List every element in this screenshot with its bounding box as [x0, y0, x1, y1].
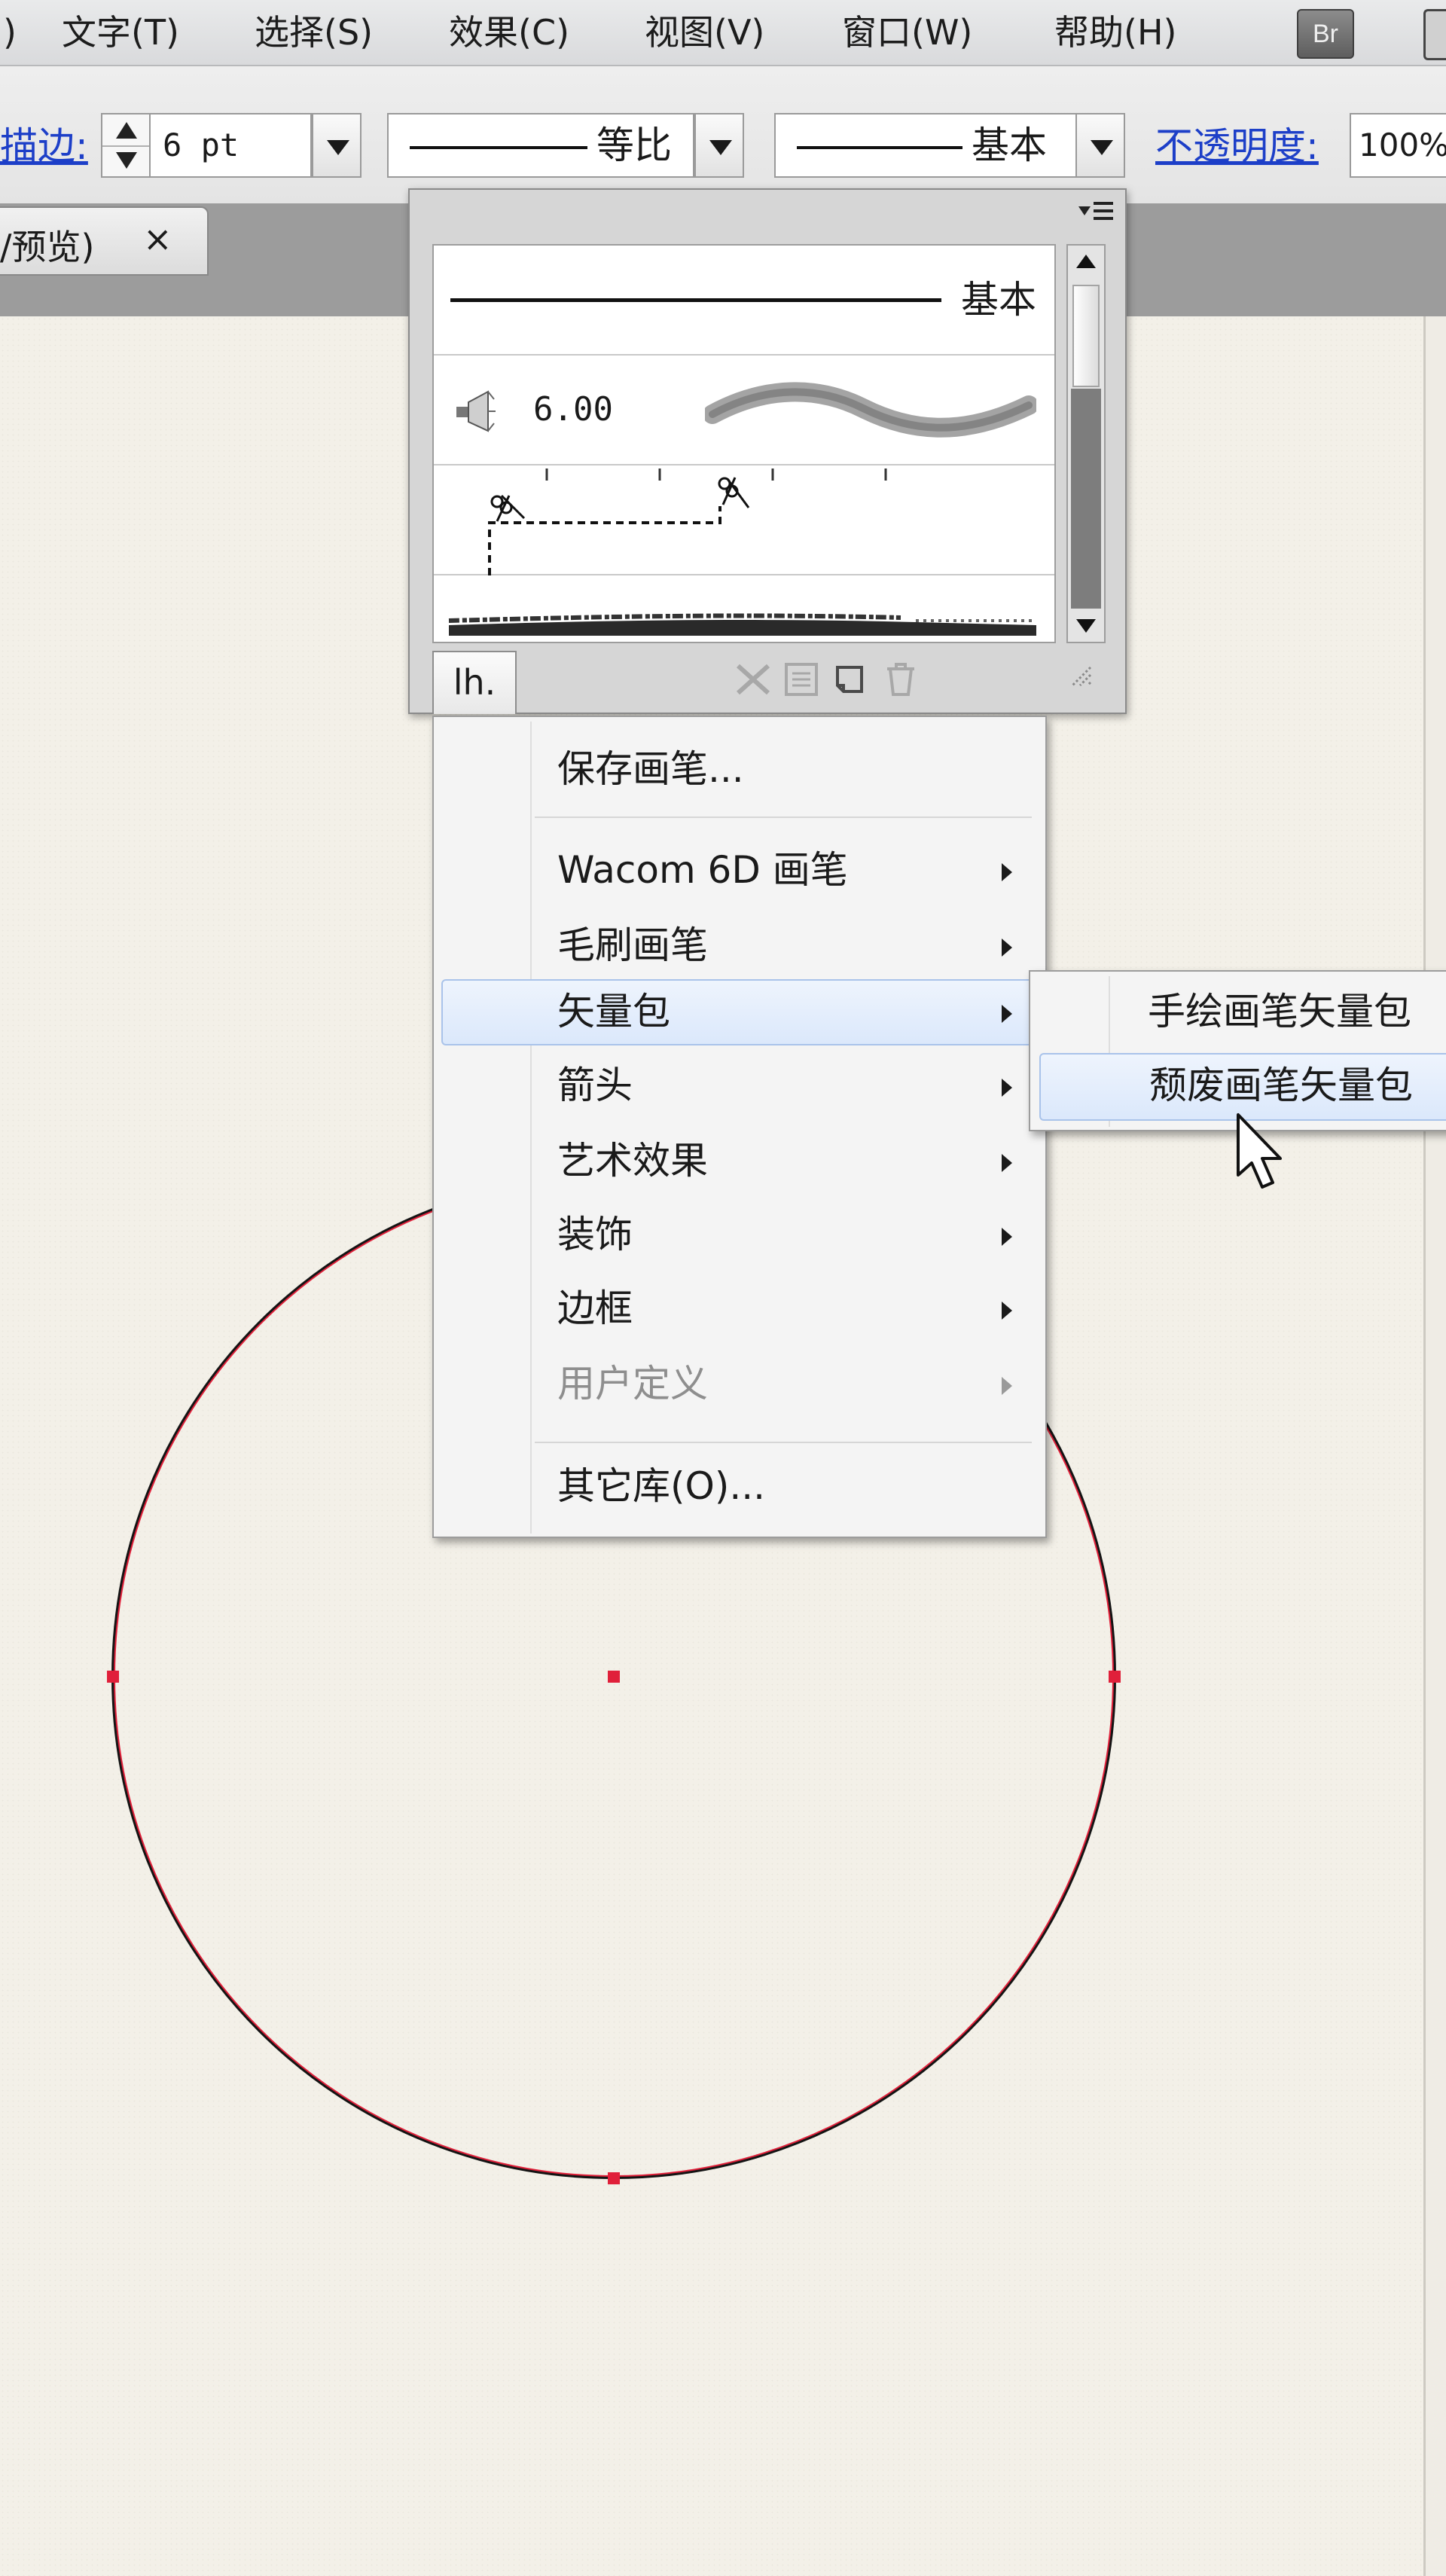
menu-item-label: 边框: [557, 1286, 633, 1330]
brushes-panel-footer: lh.: [432, 651, 1110, 714]
menu-item-label: 其它库(O)...: [557, 1464, 766, 1508]
brush-size-label: 6.00: [533, 390, 613, 429]
menu-item-user-defined: 用户定义: [441, 1351, 1039, 1418]
scroll-track[interactable]: [1071, 389, 1101, 609]
submenu-arrow-icon: [1002, 939, 1012, 957]
vector-packs-submenu: 手绘画笔矢量包 颓废画笔矢量包: [1029, 970, 1446, 1131]
submenu-item-hand-drawn-vector-pack[interactable]: 手绘画笔矢量包: [1038, 979, 1446, 1047]
menu-item-decorative[interactable]: 装饰: [441, 1202, 1039, 1268]
brushes-panel: 基本 6.00 lh.: [408, 188, 1127, 714]
menu-separator: [535, 816, 1032, 818]
right-anchor-point[interactable]: [1109, 1671, 1121, 1683]
brush-row-bristle[interactable]: 6.00: [434, 356, 1054, 465]
brush-libraries-menu: 保存画笔... Wacom 6D 画笔 毛刷画笔 矢量包 箭头 艺术效果 装饰 …: [432, 716, 1047, 1538]
menu-item-arrows[interactable]: 箭头: [441, 1053, 1039, 1119]
menu-item-wacom-6d-brushes[interactable]: Wacom 6D 画笔: [441, 838, 1039, 904]
brush-options-icon[interactable]: [780, 660, 822, 699]
scissors-icon: [718, 477, 750, 508]
menu-item-label: 毛刷画笔: [557, 923, 708, 967]
center-point-handle[interactable]: [608, 1671, 620, 1683]
menu-item-label: Wacom 6D 画笔: [557, 848, 848, 892]
submenu-arrow-icon: [1002, 1005, 1012, 1023]
scissors-icon: [490, 494, 526, 522]
menu-item-label: 装饰: [557, 1213, 633, 1256]
bottom-anchor-point[interactable]: [608, 2172, 620, 2184]
charcoal-stroke-preview: [448, 613, 1036, 636]
brush-row-label: 基本: [961, 278, 1036, 322]
submenu-arrow-icon: [1002, 1377, 1012, 1395]
scissors-pattern-preview: [488, 469, 887, 575]
menu-item-label: 用户定义: [557, 1362, 708, 1406]
bristle-brush-icon: [456, 390, 496, 432]
basic-brush-preview: [450, 298, 941, 302]
menu-item-bristle-brushes[interactable]: 毛刷画笔: [441, 913, 1039, 979]
menu-item-label: 矢量包: [557, 990, 670, 1033]
remove-stroke-icon[interactable]: [732, 660, 774, 699]
left-anchor-point[interactable]: [107, 1671, 119, 1683]
menu-item-label: 箭头: [557, 1064, 633, 1107]
menu-item-vector-packs[interactable]: 矢量包: [441, 979, 1039, 1045]
panel-menu-bar: [1094, 217, 1113, 220]
menu-item-other-library[interactable]: 其它库(O)...: [441, 1454, 1039, 1520]
scroll-down-arrow-icon[interactable]: [1076, 619, 1096, 633]
submenu-arrow-icon: [1002, 1154, 1012, 1172]
resize-grip-icon[interactable]: [1065, 660, 1095, 699]
submenu-item-label: 颓废画笔矢量包: [1149, 1064, 1413, 1107]
scroll-up-arrow-icon[interactable]: [1076, 255, 1096, 268]
panel-menu-triangle: [1078, 206, 1091, 215]
scroll-thumb[interactable]: [1072, 285, 1100, 387]
submenu-arrow-icon: [1002, 1302, 1012, 1320]
menu-item-artistic[interactable]: 艺术效果: [441, 1128, 1039, 1195]
submenu-item-grunge-vector-pack[interactable]: 颓废画笔矢量包: [1039, 1053, 1446, 1121]
submenu-arrow-icon: [1002, 863, 1012, 881]
brush-list-scrollbar[interactable]: [1066, 244, 1106, 643]
brush-row-charcoal[interactable]: [434, 575, 1054, 642]
brush-row-scissors-pattern[interactable]: [434, 465, 1054, 575]
menu-item-label: 艺术效果: [557, 1139, 708, 1183]
menu-separator: [535, 1442, 1032, 1443]
mouse-pointer-icon: [1237, 1113, 1282, 1189]
brush-list[interactable]: 基本 6.00: [432, 244, 1056, 643]
new-brush-icon[interactable]: [828, 660, 871, 699]
submenu-arrow-icon: [1002, 1079, 1012, 1097]
panel-menu-icon[interactable]: [1075, 197, 1118, 224]
menu-item-label: 保存画笔...: [557, 747, 744, 791]
submenu-item-label: 手绘画笔矢量包: [1148, 990, 1411, 1033]
brush-libraries-menu-button[interactable]: lh.: [432, 651, 517, 714]
menu-item-save-brushes[interactable]: 保存画笔...: [441, 737, 1039, 803]
delete-brush-icon[interactable]: [880, 660, 922, 699]
bristle-stroke-preview: [705, 382, 1036, 438]
panel-menu-bar: [1094, 202, 1113, 205]
menu-item-borders[interactable]: 边框: [441, 1276, 1039, 1342]
panel-menu-bar: [1094, 209, 1113, 212]
brush-row-basic[interactable]: 基本: [434, 246, 1054, 356]
submenu-arrow-icon: [1002, 1228, 1012, 1246]
